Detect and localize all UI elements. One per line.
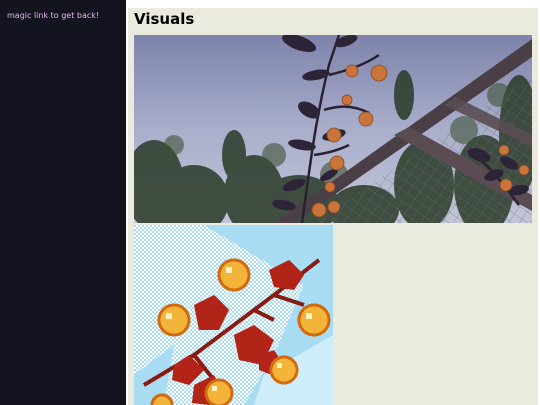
page-title: Visuals [134,10,195,28]
barberry-branch-photo [134,35,532,223]
sidebar: magic link to get back! [0,0,126,405]
main-content: Visuals [128,8,538,405]
magic-link-back[interactable]: magic link to get back! [7,11,99,20]
barberry-branch-pixel-art [134,225,333,405]
